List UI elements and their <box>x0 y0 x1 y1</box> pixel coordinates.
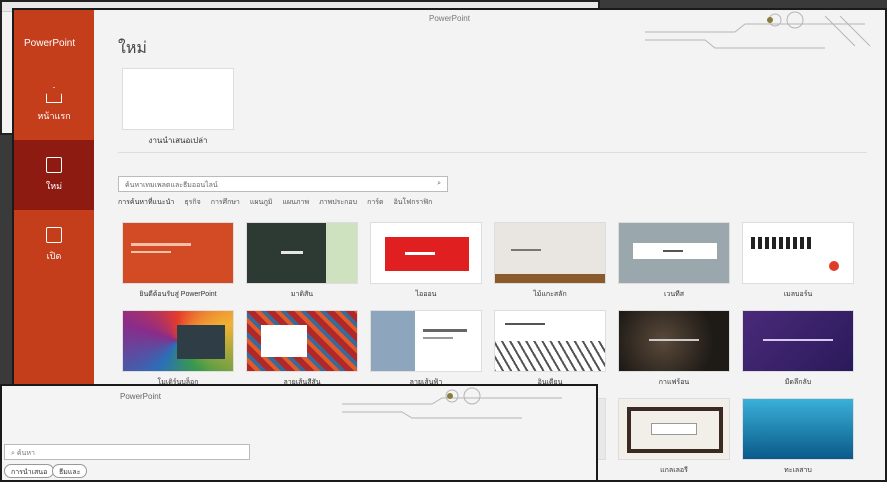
template-label: มาดิสัน <box>290 291 314 298</box>
page-title: ใหม่ <box>118 40 147 57</box>
template-thumbnail <box>370 222 482 284</box>
blank-presentation-label: งานนำเสนอเปล่า <box>148 136 208 145</box>
overlay-search-input[interactable]: ⌕ ค้นหา <box>4 444 250 460</box>
template-tile[interactable]: ไม้แกะสลัก <box>494 222 606 298</box>
template-label: แกลเลอรี <box>660 467 688 474</box>
divider <box>118 152 867 153</box>
template-tile[interactable]: แกลเลอรี <box>618 398 730 474</box>
sidebar-item-home[interactable]: หน้าแรก <box>14 70 94 140</box>
template-thumbnail <box>494 310 606 372</box>
suggested-searches: การค้นหาที่แนะนำ ธุรกิจ การศึกษา แผนภูมิ… <box>118 197 432 208</box>
search-placeholder: ค้นหาเทมเพลตและธีมออนไลน์ <box>125 182 218 189</box>
template-label: ทะเลสาบ <box>784 467 812 474</box>
template-thumbnail <box>246 310 358 372</box>
template-tile[interactable]: ลายเส้นสีสัน <box>246 310 358 386</box>
template-thumbnail <box>122 310 234 372</box>
suggested-link[interactable]: การ์ด <box>367 197 383 208</box>
suggested-link[interactable]: ภาพประกอบ <box>319 197 357 208</box>
sidebar-item-new[interactable]: ใหม่ <box>14 140 94 210</box>
template-thumbnail <box>618 310 730 372</box>
overlay-header-decoration <box>342 387 562 419</box>
open-folder-icon <box>46 227 62 243</box>
template-tile[interactable]: มืดลึกลับ <box>742 310 854 386</box>
template-label: เมลบอร์น <box>783 291 813 298</box>
template-thumbnail <box>618 398 730 460</box>
header-decoration <box>645 11 871 49</box>
sidebar-item-label: ใหม่ <box>45 181 63 191</box>
template-thumbnail <box>742 222 854 284</box>
template-tile[interactable]: มาดิสัน <box>246 222 358 298</box>
suggested-link[interactable]: อินโฟกราฟิก <box>394 197 433 208</box>
template-thumbnail <box>742 398 854 460</box>
template-label: ไม้แกะสลัก <box>533 291 567 298</box>
template-thumbnail <box>122 222 234 284</box>
template-label: เวนทีส <box>664 291 684 298</box>
blank-presentation-card[interactable] <box>122 68 234 130</box>
template-tile[interactable]: ยินดีต้อนรับสู่ PowerPoint <box>122 222 234 298</box>
overlay-search-placeholder: ค้นหา <box>16 450 35 457</box>
suggested-link[interactable]: การศึกษา <box>211 197 240 208</box>
template-tile[interactable]: อินเดียน <box>494 310 606 386</box>
search-icon[interactable]: ⌕ <box>437 180 441 188</box>
overlay-chip[interactable]: การนำเสนอ <box>4 464 55 478</box>
template-tile[interactable]: ลายเส้นฟ้า <box>370 310 482 386</box>
template-tile[interactable]: ไอออน <box>370 222 482 298</box>
new-file-icon <box>46 157 62 173</box>
template-search-input[interactable]: ค้นหาเทมเพลตและธีมออนไลน์ ⌕ <box>118 176 448 192</box>
window-title: PowerPoint <box>429 14 470 23</box>
suggested-label: การค้นหาที่แนะนำ <box>118 199 175 206</box>
template-label: ยินดีต้อนรับสู่ PowerPoint <box>139 291 217 298</box>
template-thumbnail <box>246 222 358 284</box>
overlay-window: PowerPoint ⌕ ค้นหา การนำเสนอ ธีมและ <box>0 384 598 482</box>
template-thumbnail <box>618 222 730 284</box>
suggested-link[interactable]: แผนภูมิ <box>250 197 273 208</box>
template-label: มืดลึกลับ <box>784 379 812 386</box>
overlay-chip[interactable]: ธีมและ <box>52 464 88 478</box>
app-name: PowerPoint <box>24 38 76 49</box>
template-thumbnail <box>742 310 854 372</box>
sidebar-item-label: เปิด <box>46 251 62 261</box>
template-tile[interactable]: เมลบอร์น <box>742 222 854 298</box>
home-icon <box>46 87 62 103</box>
template-tile[interactable]: เวนทีส <box>618 222 730 298</box>
template-tile[interactable]: ทะเลสาบ <box>742 398 854 474</box>
suggested-link[interactable]: ธุรกิจ <box>184 197 200 208</box>
template-label: ไอออน <box>415 291 437 298</box>
template-label: กาแฟร้อน <box>658 379 690 386</box>
template-tile[interactable]: โมเดิร์นบล็อก <box>122 310 234 386</box>
template-thumbnail <box>494 222 606 284</box>
template-thumbnail <box>370 310 482 372</box>
template-tile[interactable]: กาแฟร้อน <box>618 310 730 386</box>
sidebar-item-label: หน้าแรก <box>37 111 71 121</box>
sidebar-item-open[interactable]: เปิด <box>14 210 94 280</box>
overlay-window-title: PowerPoint <box>120 392 161 401</box>
suggested-link[interactable]: แผนภาพ <box>283 197 310 208</box>
